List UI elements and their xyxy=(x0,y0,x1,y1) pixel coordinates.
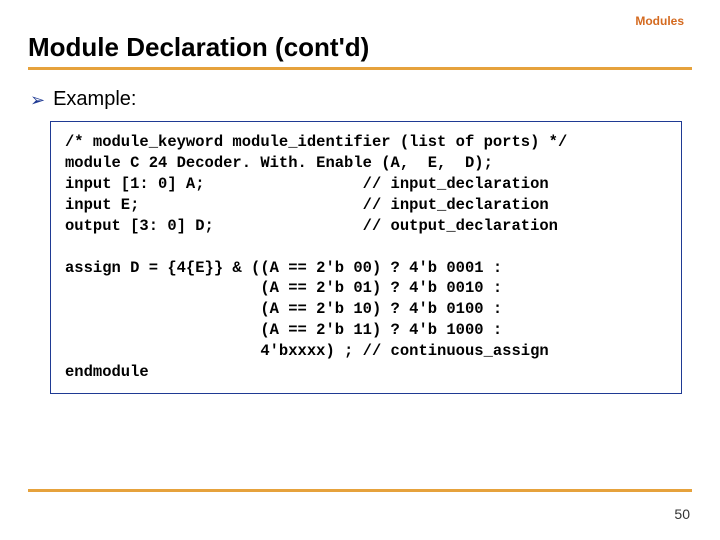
title-divider xyxy=(28,67,692,70)
page-number: 50 xyxy=(674,506,690,522)
code-line: /* module_keyword module_identifier (lis… xyxy=(65,133,567,151)
example-bullet: ➢ Example: xyxy=(30,88,692,111)
code-line: assign D = {4{E}} & ((A == 2'b 00) ? 4'b… xyxy=(65,259,502,277)
code-line: input E; // input_declaration xyxy=(65,196,549,214)
code-line: (A == 2'b 11) ? 4'b 1000 : xyxy=(65,321,502,339)
code-block: /* module_keyword module_identifier (lis… xyxy=(50,121,682,394)
code-line: (A == 2'b 10) ? 4'b 0100 : xyxy=(65,300,502,318)
code-line: module C 24 Decoder. With. Enable (A, E,… xyxy=(65,154,493,172)
footer-divider xyxy=(28,489,692,492)
section-label: Modules xyxy=(635,14,684,28)
code-line: 4'bxxxx) ; // continuous_assign xyxy=(65,342,549,360)
bullet-label: Example: xyxy=(53,88,136,111)
chevron-right-icon: ➢ xyxy=(30,91,45,109)
code-line: input [1: 0] A; // input_declaration xyxy=(65,175,549,193)
code-line: (A == 2'b 01) ? 4'b 0010 : xyxy=(65,279,502,297)
page-title: Module Declaration (cont'd) xyxy=(28,32,692,63)
slide: Modules Module Declaration (cont'd) ➢ Ex… xyxy=(0,0,720,540)
code-line: endmodule xyxy=(65,363,149,381)
code-line: output [3: 0] D; // output_declaration xyxy=(65,217,558,235)
